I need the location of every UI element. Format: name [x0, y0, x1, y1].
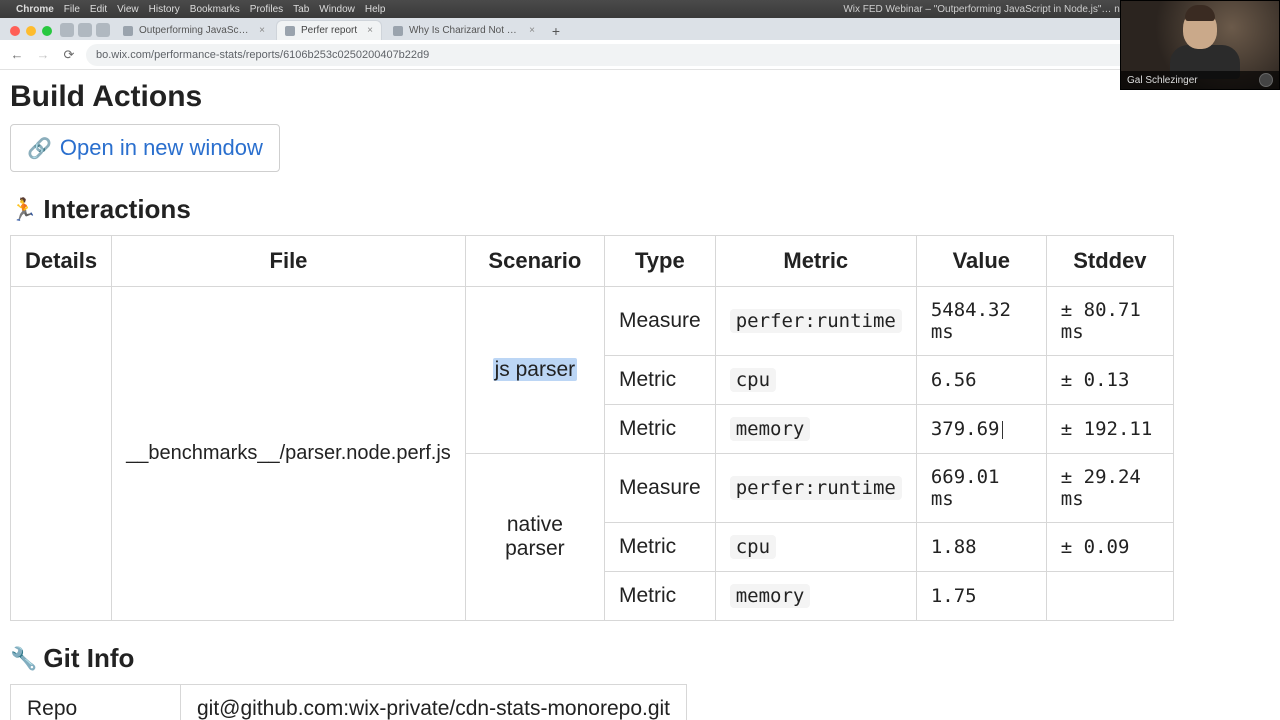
address-bar[interactable]: bo.wix.com/performance-stats/reports/610… — [86, 44, 1184, 66]
webcam-name: Gal Schlezinger — [1127, 75, 1198, 86]
table-header-row: Details File Scenario Type Metric Value … — [11, 236, 1174, 287]
tab-close-icon[interactable]: × — [259, 25, 265, 36]
gitinfo-label: Git Info — [43, 643, 134, 674]
stddev-cell: ± 0.13 — [1046, 356, 1173, 405]
page-content: Build Actions 🔗 Open in new window 🏃Inte… — [0, 70, 1280, 720]
browser-toolbar: ← → ⟳ bo.wix.com/performance-stats/repor… — [0, 40, 1280, 70]
table-row: __benchmarks__/parser.node.perf.js js pa… — [11, 287, 1174, 356]
pinned-tab[interactable] — [60, 23, 74, 37]
webcam-badge-icon — [1259, 73, 1273, 87]
close-window-button[interactable] — [10, 26, 20, 36]
col-details: Details — [11, 236, 112, 287]
menu-profiles[interactable]: Profiles — [250, 4, 283, 15]
type-cell: Metric — [605, 405, 716, 454]
tab-favicon — [393, 26, 403, 36]
open-new-window-link[interactable]: 🔗 Open in new window — [10, 124, 280, 172]
scenario-cell: js parser — [465, 287, 604, 454]
browser-tabstrip: Outperforming JavaScript in N × Perfer re… — [0, 18, 1280, 40]
gitinfo-heading: 🔧Git Info — [10, 643, 1270, 674]
webcam-overlay: Gal Schlezinger — [1120, 0, 1280, 90]
stddev-cell: ± 0.09 — [1046, 523, 1173, 572]
tab-title: Why Is Charizard Not Conside — [409, 25, 519, 36]
webcam-person — [1170, 9, 1230, 79]
tab-title: Perfer report — [301, 25, 357, 36]
stddev-cell — [1046, 572, 1173, 621]
wrench-icon: 🔧 — [10, 646, 37, 672]
interactions-table: Details File Scenario Type Metric Value … — [10, 235, 1174, 621]
menu-window[interactable]: Window — [319, 4, 355, 15]
col-type: Type — [605, 236, 716, 287]
metric-cell: memory — [715, 572, 916, 621]
stddev-cell: ± 80.71 ms — [1046, 287, 1173, 356]
col-scenario: Scenario — [465, 236, 604, 287]
runner-icon: 🏃 — [10, 197, 37, 223]
minimize-window-button[interactable] — [26, 26, 36, 36]
window-controls — [6, 26, 60, 40]
new-tab-button[interactable]: + — [546, 24, 566, 40]
tab-favicon — [123, 26, 133, 36]
menu-edit[interactable]: Edit — [90, 4, 107, 15]
menubar-app[interactable]: Chrome — [16, 4, 54, 15]
type-cell: Measure — [605, 454, 716, 523]
metric-cell: cpu — [715, 356, 916, 405]
table-row: Repo git@github.com:wix-private/cdn-stat… — [11, 685, 687, 720]
browser-tab[interactable]: Why Is Charizard Not Conside × — [384, 20, 544, 40]
git-repo-value: git@github.com:wix-private/cdn-stats-mon… — [181, 685, 687, 720]
open-link-text: Open in new window — [60, 135, 263, 161]
pinned-tabs — [60, 23, 110, 40]
pinned-tab[interactable] — [78, 23, 92, 37]
reload-button[interactable]: ⟳ — [60, 47, 78, 63]
forward-button[interactable]: → — [34, 47, 52, 62]
git-repo-label: Repo — [11, 685, 181, 720]
value-cell: 5484.32 ms — [916, 287, 1046, 356]
value-cell: 1.88 — [916, 523, 1046, 572]
menu-file[interactable]: File — [64, 4, 80, 15]
metric-cell: cpu — [715, 523, 916, 572]
col-file: File — [112, 236, 466, 287]
col-metric: Metric — [715, 236, 916, 287]
menu-view[interactable]: View — [117, 4, 139, 15]
interactions-heading: 🏃Interactions — [10, 194, 1270, 225]
menu-history[interactable]: History — [149, 4, 180, 15]
zoom-window-button[interactable] — [42, 26, 52, 36]
col-stddev: Stddev — [1046, 236, 1173, 287]
link-icon: 🔗 — [27, 136, 52, 161]
browser-tab[interactable]: Outperforming JavaScript in N × — [114, 20, 274, 40]
type-cell: Metric — [605, 356, 716, 405]
stddev-cell: ± 192.11 — [1046, 405, 1173, 454]
stddev-cell: ± 29.24 ms — [1046, 454, 1173, 523]
type-cell: Measure — [605, 287, 716, 356]
url-text: bo.wix.com/performance-stats/reports/610… — [96, 49, 429, 61]
interactions-label: Interactions — [43, 194, 190, 225]
text-cursor — [1002, 421, 1003, 439]
value-cell: 669.01 ms — [916, 454, 1046, 523]
page-title: Build Actions — [10, 80, 1270, 114]
col-value: Value — [916, 236, 1046, 287]
scenario-cell: native parser — [465, 454, 604, 621]
type-cell: Metric — [605, 572, 716, 621]
scenario-js: js parser — [493, 358, 578, 381]
menu-tab[interactable]: Tab — [293, 4, 309, 15]
tab-close-icon[interactable]: × — [367, 25, 373, 36]
value-cell: 379.69 — [916, 405, 1046, 454]
metric-cell: perfer:runtime — [715, 454, 916, 523]
metric-cell: perfer:runtime — [715, 287, 916, 356]
macos-menubar: Chrome File Edit View History Bookmarks … — [0, 0, 1280, 18]
back-button[interactable]: ← — [8, 47, 26, 62]
value-cell: 6.56 — [916, 356, 1046, 405]
pinned-tab[interactable] — [96, 23, 110, 37]
file-cell: __benchmarks__/parser.node.perf.js — [112, 287, 466, 621]
gitinfo-table: Repo git@github.com:wix-private/cdn-stat… — [10, 684, 687, 720]
type-cell: Metric — [605, 523, 716, 572]
tab-close-icon[interactable]: × — [529, 25, 535, 36]
value-cell: 1.75 — [916, 572, 1046, 621]
menu-help[interactable]: Help — [365, 4, 386, 15]
menu-bookmarks[interactable]: Bookmarks — [190, 4, 240, 15]
tab-favicon — [285, 26, 295, 36]
browser-tab-active[interactable]: Perfer report × — [276, 20, 382, 40]
details-cell — [11, 287, 112, 621]
tab-title: Outperforming JavaScript in N — [139, 25, 249, 36]
metric-cell: memory — [715, 405, 916, 454]
